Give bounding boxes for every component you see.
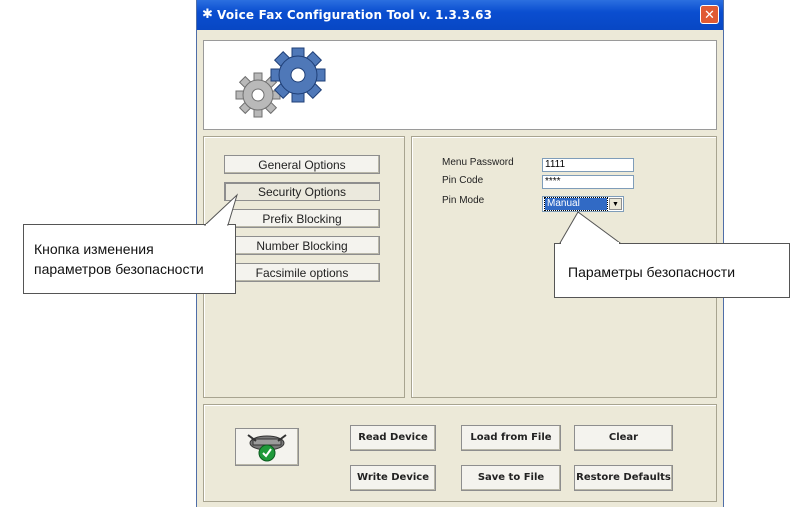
security-button-callout: Кнопка изменения параметров безопасности [23,224,236,294]
restore-defaults-button[interactable]: Restore Defaults [574,465,673,491]
read-device-button[interactable]: Read Device [350,425,436,451]
clear-button[interactable]: Clear [574,425,673,451]
pin-code-label: Pin Code [442,175,484,186]
general-options-button[interactable]: General Options [224,155,380,174]
app-icon: ✱ [202,7,213,22]
load-from-file-button[interactable]: Load from File [461,425,561,451]
save-to-file-button[interactable]: Save to File [461,465,561,491]
menu-password-input[interactable]: 1111 [542,158,634,172]
pin-code-input[interactable]: **** [542,175,634,189]
callout-left-line1: Кнопка изменения [34,241,154,257]
menu-password-label: Menu Password [442,157,514,168]
window-title: Voice Fax Configuration Tool v. 1.3.3.63 [217,8,493,22]
facsimile-options-button[interactable]: Facsimile options [224,263,380,282]
title-bar: ✱ Voice Fax Configuration Tool v. 1.3.3.… [197,0,723,30]
device-check-icon [247,434,287,462]
callout-left-line2: параметров безопасности [34,261,204,277]
pin-mode-value: Manual [544,197,608,211]
write-device-button[interactable]: Write Device [350,465,436,491]
prefix-blocking-button[interactable]: Prefix Blocking [224,209,380,228]
device-status-button[interactable] [235,428,299,466]
gears-icon [235,47,326,118]
pin-mode-select[interactable]: Manual ▼ [542,196,624,212]
header-banner [203,40,717,130]
close-button[interactable]: ✕ [700,5,719,24]
number-blocking-button[interactable]: Number Blocking [224,236,380,255]
security-options-button[interactable]: Security Options [224,182,380,201]
chevron-down-icon[interactable]: ▼ [609,198,622,210]
security-params-callout: Параметры безопасности [554,243,790,298]
pin-mode-label: Pin Mode [442,195,485,206]
callout-right-text: Параметры безопасности [568,264,736,280]
